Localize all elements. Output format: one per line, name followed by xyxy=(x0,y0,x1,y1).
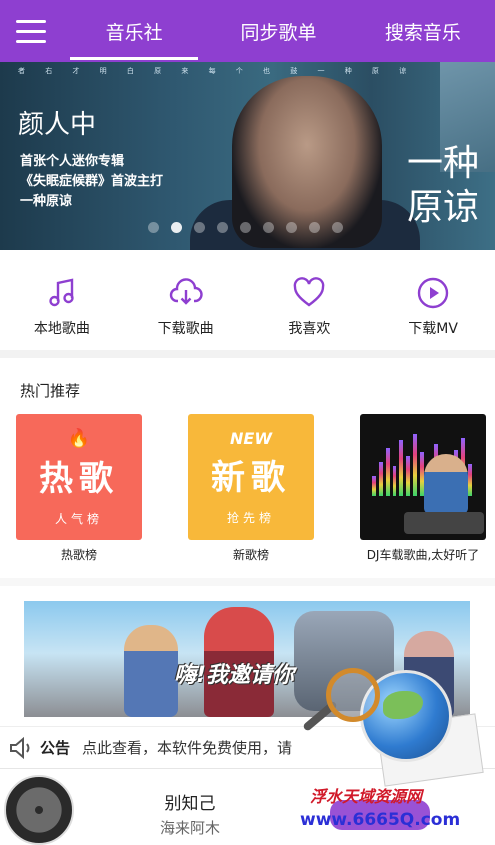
promo-line: 一种原谅 xyxy=(20,194,73,209)
notice-text: 点此查看，本软件免费使用，请 xyxy=(82,739,293,757)
banner-title-art: 一种 原谅 xyxy=(407,142,479,230)
card-label: DJ车载歌曲,太好听了 xyxy=(366,548,480,562)
carousel-dot[interactable] xyxy=(217,222,228,233)
carousel-dot[interactable] xyxy=(332,222,343,233)
equalizer-bar xyxy=(406,456,411,496)
play-circle-icon xyxy=(417,277,449,309)
title-art-line: 原谅 xyxy=(406,187,479,228)
quick-label: 我喜欢 xyxy=(288,321,331,337)
card-label: 新歌榜 xyxy=(232,548,269,562)
section-divider xyxy=(0,578,495,586)
carousel-dot[interactable] xyxy=(194,222,205,233)
magnifier-icon xyxy=(326,668,380,722)
carousel-dot[interactable] xyxy=(286,222,297,233)
card-dj-songs[interactable]: DJ车载歌曲,太好听了 xyxy=(360,414,486,563)
equalizer-bar xyxy=(413,434,418,496)
flame-icon: 🔥 xyxy=(67,427,91,449)
card-new-songs[interactable]: NEW 新歌 抢先榜 新歌榜 xyxy=(188,414,314,563)
hot-cards: 🔥 热歌 人气榜 热歌榜 NEW 新歌 抢先榜 新歌榜 DJ车载歌曲,太好听了 xyxy=(16,414,486,563)
carousel-dot[interactable] xyxy=(263,222,274,233)
card-label: 热歌榜 xyxy=(60,548,97,562)
equalizer-bar xyxy=(378,462,383,496)
cover-big-text: 热歌 xyxy=(39,458,119,499)
heart-icon xyxy=(294,277,325,307)
equalizer-bar xyxy=(385,448,390,496)
carousel-dots xyxy=(148,222,343,233)
cloud-download-icon xyxy=(169,278,203,305)
menu-icon[interactable] xyxy=(0,0,62,62)
cover-small-text: 抢先榜 xyxy=(226,510,275,525)
card-hot-songs[interactable]: 🔥 热歌 人气榜 热歌榜 xyxy=(16,414,142,563)
carousel-dot[interactable] xyxy=(240,222,251,233)
tab-search-music[interactable]: 搜索音乐 xyxy=(351,0,495,62)
banner-singer-name: 颜人中 xyxy=(18,110,97,140)
banner-promo-text: 首张个人迷你专辑 《失眠症候群》首波主打 一种原谅 xyxy=(20,152,163,212)
cover-big-text: 新歌 xyxy=(211,457,291,498)
equalizer-bar xyxy=(392,466,397,496)
quick-favorites[interactable]: 我喜欢 xyxy=(248,250,372,350)
watermark-url: www.6665Q.com xyxy=(300,810,461,830)
promo-line: 首张个人迷你专辑 xyxy=(20,154,125,169)
quick-label: 下载歌曲 xyxy=(157,321,214,337)
quick-actions: 本地歌曲 下载歌曲 我喜欢 下载MV xyxy=(0,250,495,358)
card-cover xyxy=(360,414,486,540)
quick-download-mv[interactable]: 下载MV xyxy=(371,250,495,350)
title-art-line: 一种 xyxy=(406,143,479,184)
watermark-text: 浮水天域资源网 xyxy=(310,787,423,806)
carousel-dot[interactable] xyxy=(309,222,320,233)
carousel-dot[interactable] xyxy=(148,222,159,233)
quick-label: 本地歌曲 xyxy=(33,321,90,337)
equalizer-bar xyxy=(399,440,404,496)
music-note-icon xyxy=(49,278,74,307)
dj-figure xyxy=(424,454,468,514)
dj-turntable xyxy=(404,512,484,534)
cover-new-tag: NEW xyxy=(230,428,272,448)
card-cover: 🔥 热歌 人气榜 xyxy=(16,414,142,540)
quick-label: 下载MV xyxy=(408,321,458,337)
card-cover: NEW 新歌 抢先榜 xyxy=(188,414,314,540)
quick-local-songs[interactable]: 本地歌曲 xyxy=(0,250,124,350)
quick-download-songs[interactable]: 下载歌曲 xyxy=(124,250,248,350)
tab-sync-playlist[interactable]: 同步歌单 xyxy=(206,0,350,62)
speaker-icon xyxy=(10,736,30,759)
top-bar: 音乐社 同步歌单 搜索音乐 xyxy=(0,0,495,62)
notice-label: 公告 xyxy=(40,739,71,757)
equalizer-bar xyxy=(468,464,472,496)
cover-small-text: 人气榜 xyxy=(54,511,103,526)
section-title-hot: 热门推荐 xyxy=(20,382,81,400)
tab-music-club[interactable]: 音乐社 xyxy=(62,0,206,62)
banner-lyric-strip: 者 右 才 明 白 原 来 每 个 也 鼓 一 种 原 谅 xyxy=(18,67,416,75)
ad-character xyxy=(124,625,178,717)
promo-line: 《失眠症候群》首波主打 xyxy=(20,174,164,189)
tab-bar: 音乐社 同步歌单 搜索音乐 xyxy=(62,0,495,62)
equalizer-bar xyxy=(372,476,376,496)
ad-slogan: 嗨!我邀请你 xyxy=(174,663,295,688)
carousel-dot[interactable] xyxy=(171,222,182,233)
